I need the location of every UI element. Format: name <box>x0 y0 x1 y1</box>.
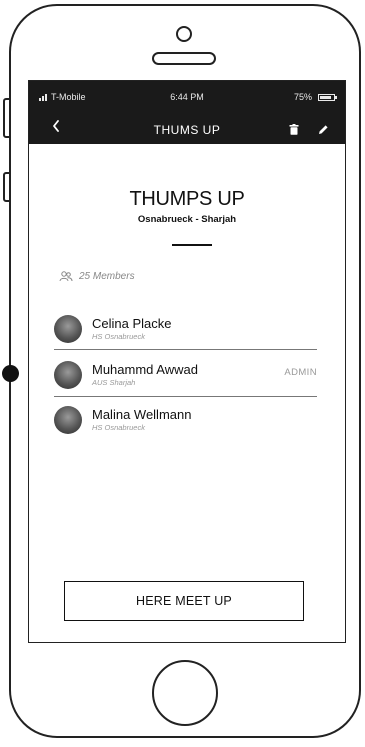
status-bar: T-Mobile 6:44 PM 75% <box>29 81 345 114</box>
trash-icon[interactable] <box>289 124 299 135</box>
nav-bar: THUMS UP <box>29 114 345 144</box>
members-count: 25 Members <box>59 271 135 282</box>
earpiece-speaker <box>152 52 216 65</box>
front-camera <box>176 26 192 42</box>
here-meet-up-button[interactable]: HERE MEET UP <box>64 581 304 621</box>
member-org: AUS Sharjah <box>92 378 136 387</box>
member-org: HS Osnabrueck <box>92 332 145 341</box>
pencil-icon[interactable] <box>318 124 329 135</box>
title-divider <box>172 244 212 246</box>
avatar <box>54 361 82 389</box>
avatar <box>54 315 82 343</box>
page: T-Mobile 6:44 PM 75% THUMS UP THUMPS UP … <box>0 0 365 747</box>
member-row[interactable]: Celina Placke HS Osnabrueck <box>54 309 317 353</box>
member-row[interactable]: Malina Wellmann HS Osnabrueck <box>54 400 317 444</box>
member-name: Malina Wellmann <box>92 407 192 422</box>
member-name: Muhammd Awwad <box>92 362 198 377</box>
member-role: ADMIN <box>284 367 317 378</box>
row-divider <box>54 396 317 397</box>
battery-percent: 75% <box>293 92 312 102</box>
avatar <box>54 406 82 434</box>
member-org: HS Osnabrueck <box>92 423 145 432</box>
battery-icon <box>318 93 337 101</box>
member-name: Celina Placke <box>92 316 172 331</box>
home-button[interactable] <box>152 660 218 726</box>
member-row[interactable]: Muhammd Awwad AUS Sharjah ADMIN <box>54 355 317 399</box>
phone-screen: T-Mobile 6:44 PM 75% THUMS UP THUMPS UP … <box>28 80 346 643</box>
people-icon <box>59 271 73 282</box>
group-subtitle: Osnabrueck - Sharjah <box>137 214 237 225</box>
group-title: THUMPS UP <box>129 188 245 210</box>
members-count-label: 25 Members <box>79 271 135 282</box>
annotation-dot <box>2 365 19 382</box>
battery-status: 75% <box>293 92 337 102</box>
row-divider <box>54 349 317 350</box>
